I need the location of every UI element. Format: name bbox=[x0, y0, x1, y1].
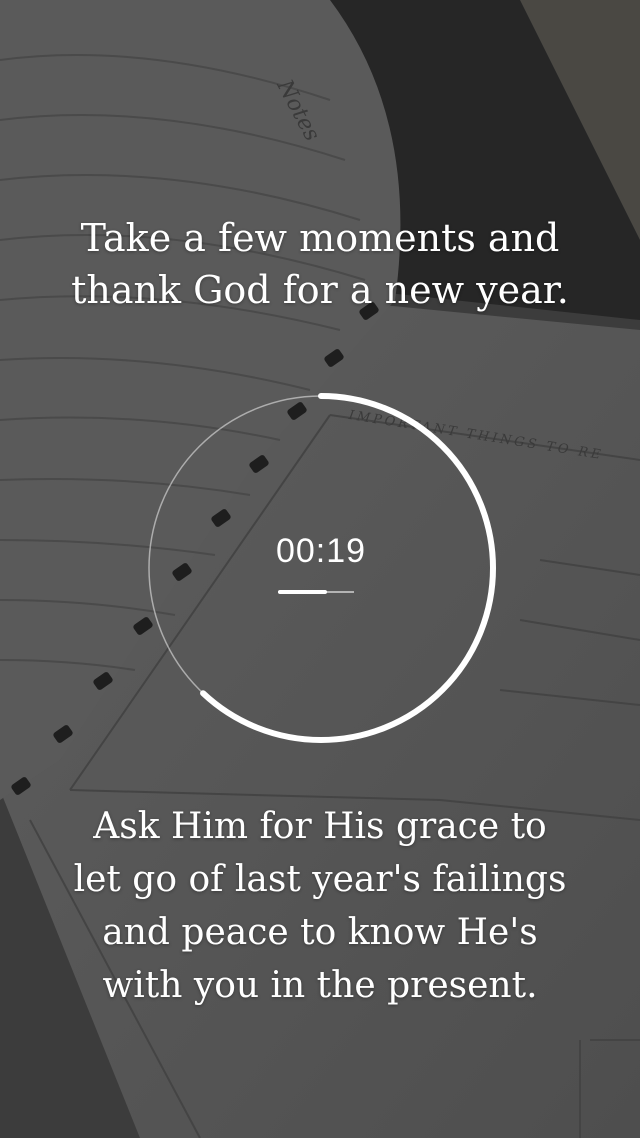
countdown-timer: 00:19 bbox=[145, 392, 497, 744]
text-line: Take a few moments and bbox=[80, 216, 560, 260]
prompt-lines: Take a few moments and thank God for a ne… bbox=[0, 212, 640, 316]
text-line: let go of last year's failings bbox=[73, 859, 567, 900]
meditation-screen: Notes IMPORTANT THINGS TO RE Take a few … bbox=[0, 0, 640, 1138]
time-remaining: 00:19 bbox=[275, 532, 367, 570]
text-line: Ask Him for His grace to bbox=[93, 806, 547, 847]
prompt-text: Take a few moments and thank God for a ne… bbox=[0, 212, 640, 316]
text-line: thank God for a new year. bbox=[71, 268, 569, 312]
instruction-text: Ask Him for His grace to let go of last y… bbox=[0, 800, 640, 1012]
progress-bar bbox=[278, 590, 354, 594]
text-line: with you in the present. bbox=[102, 965, 538, 1006]
text-line: and peace to know He's bbox=[102, 912, 538, 953]
instruction-lines: Ask Him for His grace to let go of last y… bbox=[0, 800, 640, 1012]
progress-bar-fill bbox=[278, 590, 328, 594]
